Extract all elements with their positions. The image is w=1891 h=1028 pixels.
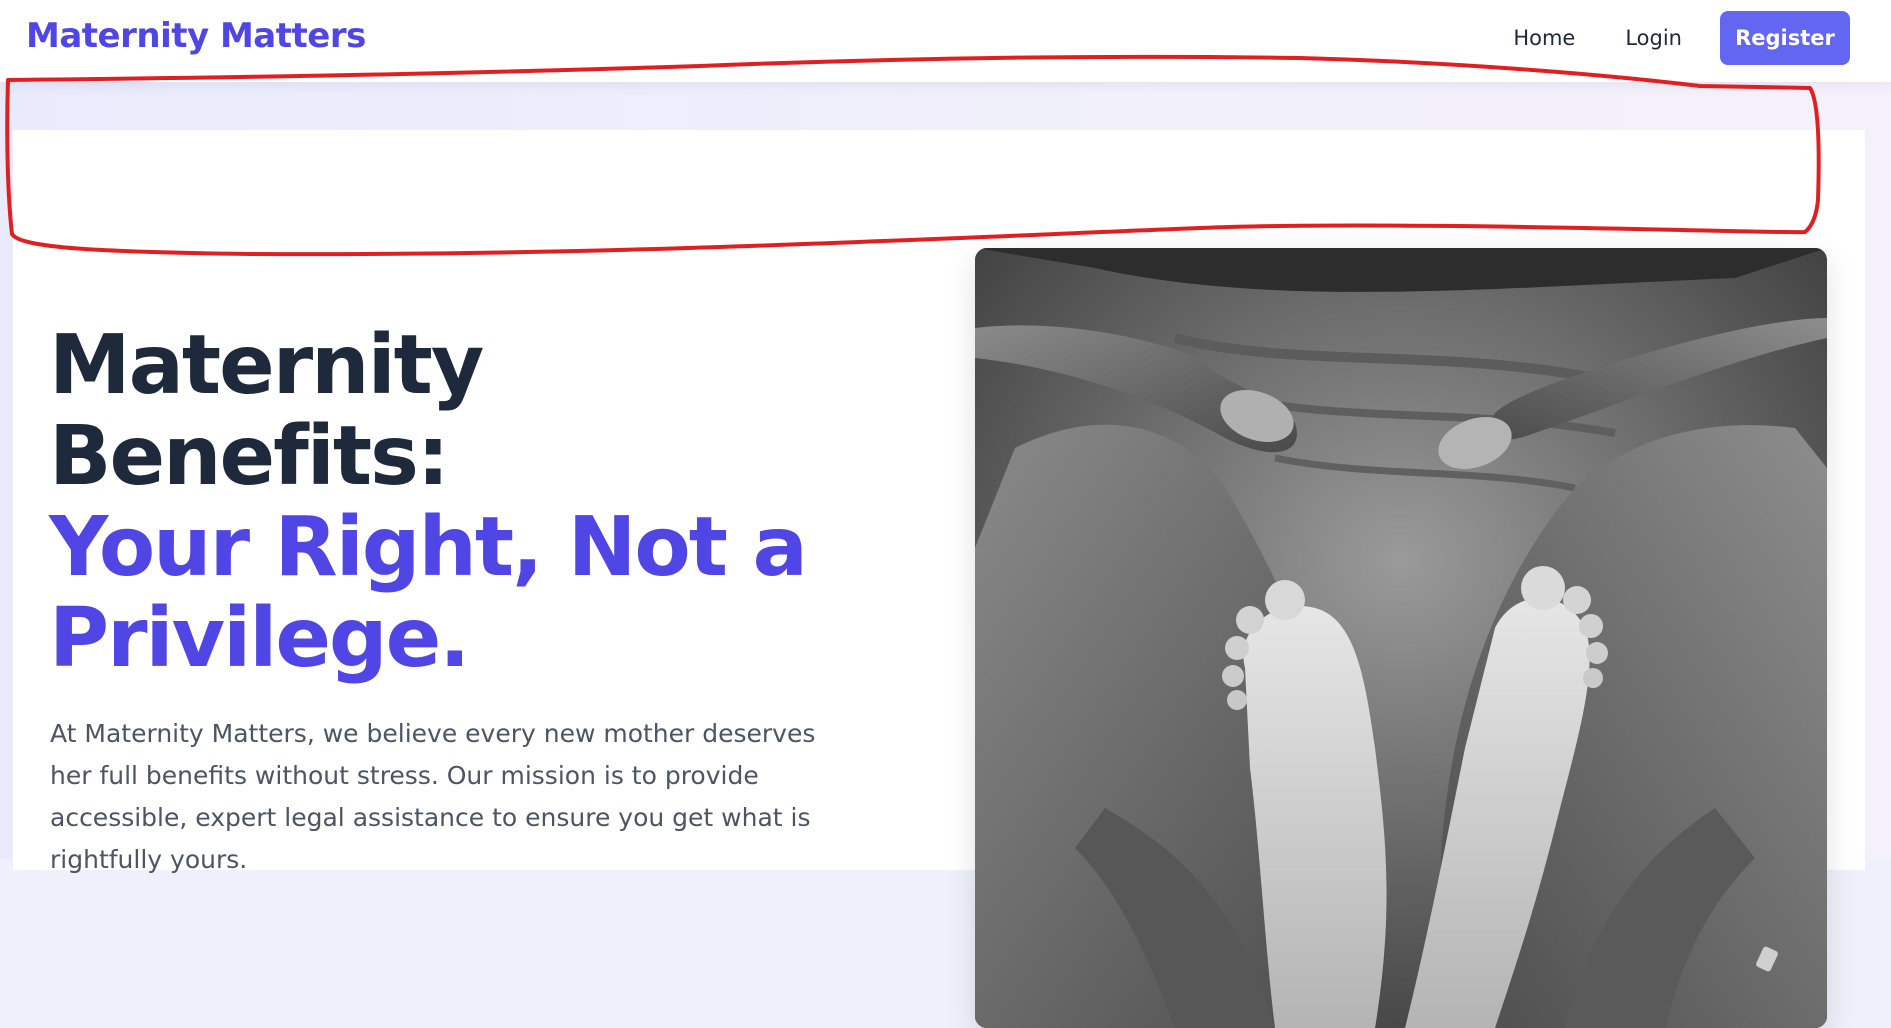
brand-logo[interactable]: Maternity Matters bbox=[26, 16, 366, 56]
hero-title-line-1: Maternity bbox=[49, 318, 484, 413]
main-nav: Home Login Register bbox=[1513, 11, 1850, 65]
hero-title-accent-line-1: Your Right, Not a bbox=[49, 500, 808, 595]
nav-login-link[interactable]: Login bbox=[1625, 26, 1682, 50]
baby-feet-in-hands-image bbox=[975, 248, 1827, 1028]
hero-description: At Maternity Matters, we believe every n… bbox=[50, 719, 816, 874]
hero-section: Maternity Benefits: Your Right, Not a Pr… bbox=[13, 130, 1865, 1028]
hero-title-accent-line-2: Privilege. bbox=[49, 591, 470, 686]
hero-photo bbox=[975, 248, 1827, 1028]
hero-title: Maternity Benefits: Your Right, Not a Pr… bbox=[49, 320, 849, 684]
nav-home-link[interactable]: Home bbox=[1513, 26, 1575, 50]
register-button[interactable]: Register bbox=[1720, 11, 1850, 65]
hero-title-line-2: Benefits: bbox=[49, 409, 450, 504]
site-header: Maternity Matters Home Login Register bbox=[0, 0, 1891, 82]
